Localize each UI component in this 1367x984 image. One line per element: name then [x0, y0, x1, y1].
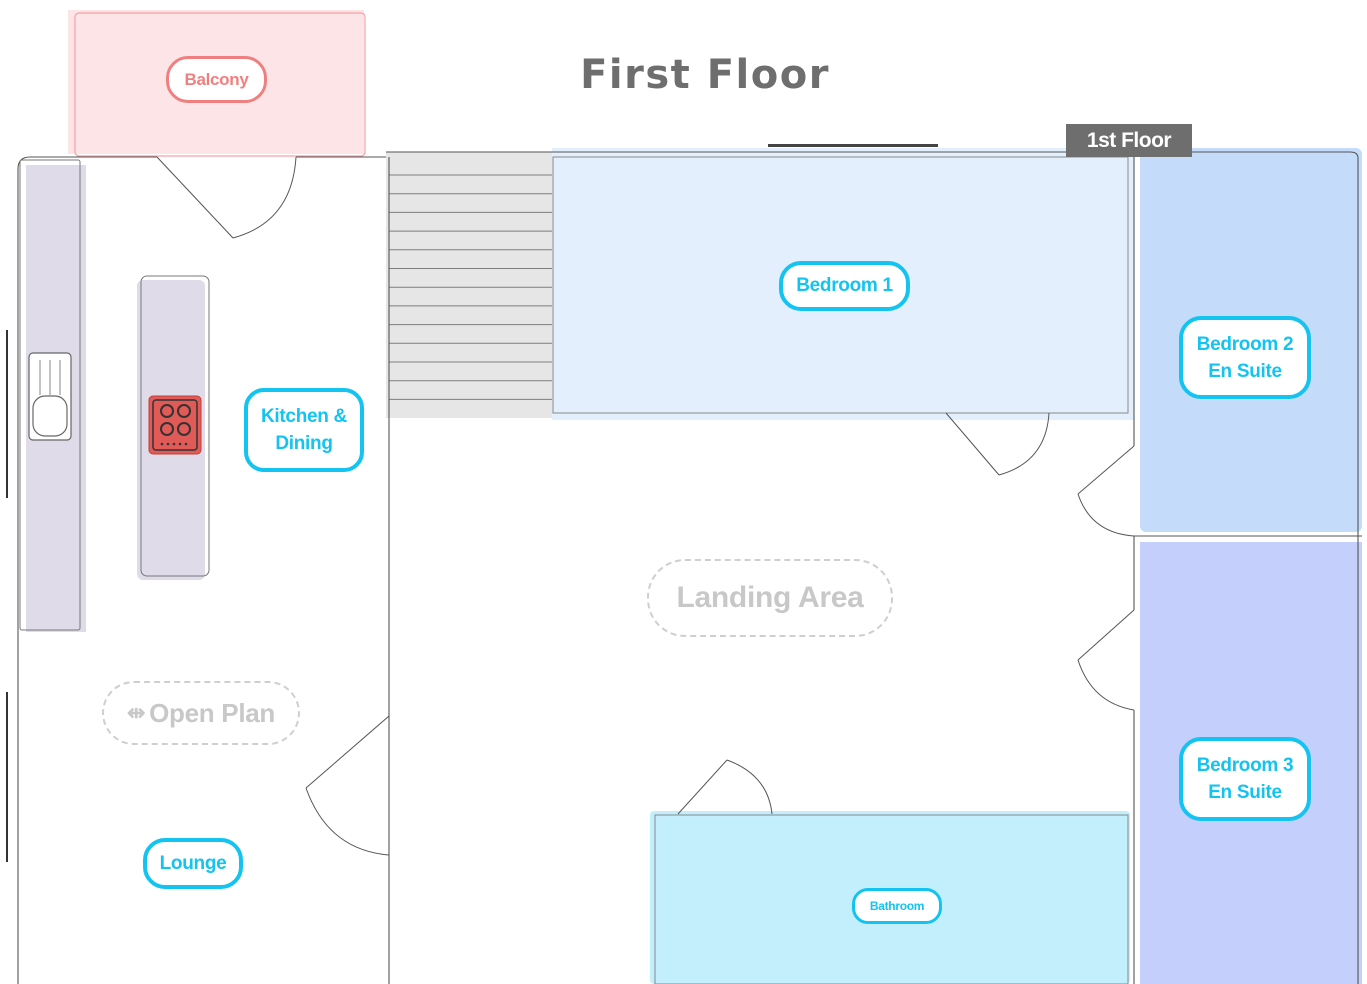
bedroom-3-label-line1: Bedroom 3 [1196, 755, 1294, 776]
bedroom-3-label[interactable]: Bedroom 3 En Suite [1179, 737, 1311, 821]
landing-area-label-text: Landing Area [676, 581, 864, 614]
kitchen-label-line2: Dining [275, 433, 333, 454]
lounge-label-text: Lounge [159, 852, 227, 874]
floor-tag: 1st Floor [1066, 124, 1192, 157]
bedroom-2-label[interactable]: Bedroom 2 En Suite [1179, 316, 1311, 399]
hob-icon [148, 395, 202, 455]
bedroom-3-label-line2: En Suite [1208, 782, 1282, 803]
bedroom-1-label-text: Bedroom 1 [796, 275, 893, 296]
landing-area-label: Landing Area [647, 559, 893, 637]
balcony-label[interactable]: Balcony [166, 56, 267, 103]
bathroom-label-text: Bathroom [869, 899, 925, 913]
window-left-lower [6, 692, 8, 862]
page-title: First Floor [580, 52, 830, 98]
balcony-label-text: Balcony [184, 69, 249, 89]
staircase [386, 152, 552, 418]
window-left-upper [6, 330, 8, 498]
window-top [768, 144, 938, 147]
open-plan-label: ⇹ Open Plan [102, 681, 300, 745]
bathroom-label[interactable]: Bathroom [852, 888, 942, 924]
open-plan-label-text: Open Plan [149, 697, 276, 728]
bedroom-2-label-line1: Bedroom 2 [1196, 333, 1294, 355]
bedroom-2-label-line2: En Suite [1208, 360, 1282, 382]
kitchen-dining-label[interactable]: Kitchen & Dining [244, 388, 364, 472]
bedroom-1-label[interactable]: Bedroom 1 [779, 261, 910, 311]
lounge-label[interactable]: Lounge [143, 838, 243, 889]
arrows-horizontal-icon: ⇹ [126, 700, 146, 725]
sink-icon [28, 352, 72, 441]
kitchen-label-line1: Kitchen & [261, 406, 347, 427]
